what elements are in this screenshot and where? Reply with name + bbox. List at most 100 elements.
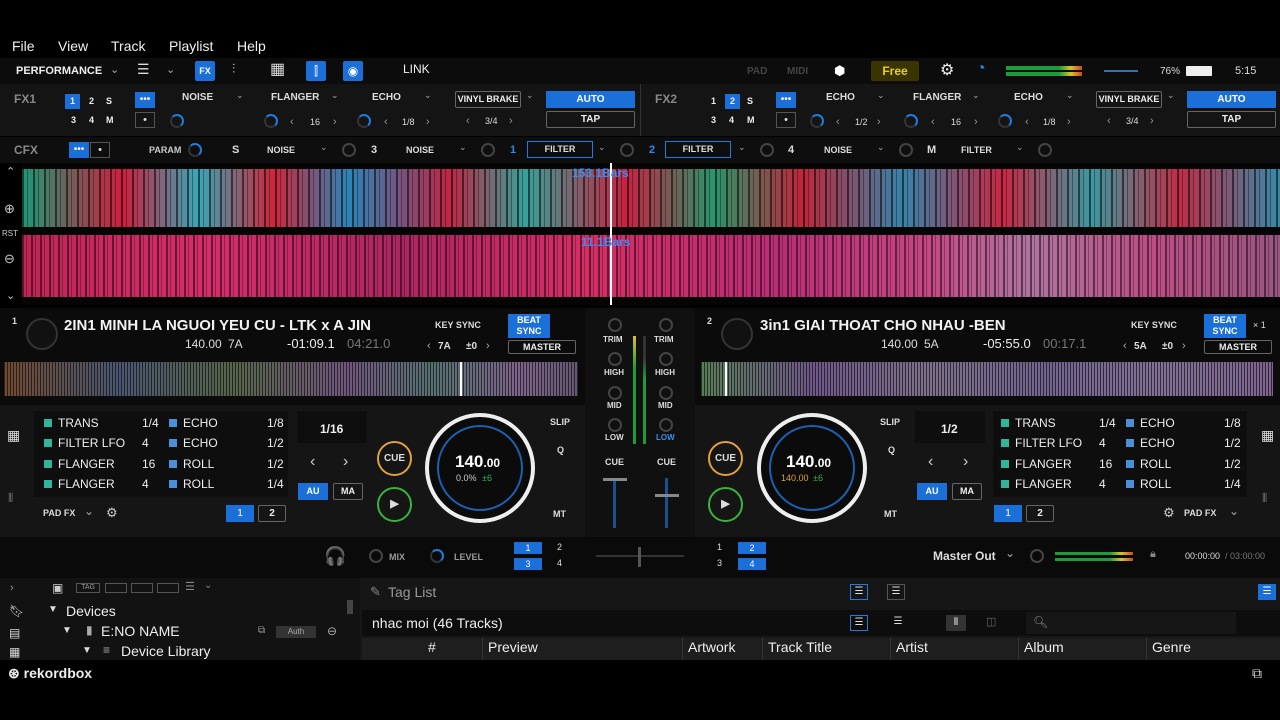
arrow-left-icon[interactable]: ‹ (290, 116, 294, 128)
deck1-quantize-button[interactable]: Q (557, 445, 564, 455)
deck1-trim-knob[interactable] (608, 318, 622, 332)
deck2-fader-handle[interactable] (655, 494, 679, 497)
column-header[interactable]: Artist (896, 639, 928, 655)
fx2-single-button[interactable]: • (776, 112, 796, 128)
deck2-headphone-cue[interactable]: CUE (657, 457, 676, 467)
grid-icon[interactable]: ▦ (9, 645, 20, 659)
cfx-knob[interactable] (342, 143, 356, 157)
chevron-down-icon[interactable]: ⌄ (204, 580, 212, 591)
deck2-mid-knob[interactable] (659, 386, 673, 400)
fx1-tap-button[interactable]: TAP (546, 111, 635, 128)
deck1-fader-handle[interactable] (603, 478, 627, 481)
devices-node[interactable]: Devices (66, 603, 116, 619)
fx2-slot3-knob[interactable] (998, 114, 1012, 128)
cfx-assign-1-left[interactable]: 1 (514, 542, 542, 554)
cfx-single-button[interactable]: • (90, 142, 110, 158)
pad-fx-name[interactable]: FILTER LFO (58, 436, 125, 450)
chevron-down-icon[interactable]: ⌄ (1229, 504, 1239, 518)
cfx-slot-3[interactable]: NOISE (406, 145, 434, 155)
fx2-slot2[interactable]: FLANGER (913, 92, 961, 103)
deck1-mid-knob[interactable] (608, 386, 622, 400)
fx2-assign-4[interactable]: 4 (729, 115, 734, 125)
cfx-knob[interactable] (760, 143, 774, 157)
deck2-play-button[interactable]: ▶ (708, 487, 743, 522)
pad-fx-name[interactable]: ROLL (183, 477, 214, 491)
deck2-master-tempo-button[interactable]: MT (884, 509, 897, 519)
deck2-tempo-multiplier[interactable]: × 1 (1253, 320, 1266, 330)
fx2-assign-3[interactable]: 3 (711, 115, 716, 125)
fx1-assign-2[interactable]: 2 (89, 96, 94, 106)
fx1-auto-button[interactable]: AUTO (546, 91, 635, 108)
pad-fx-name[interactable]: FLANGER (1015, 457, 1072, 471)
master-level-knob[interactable] (1030, 549, 1044, 563)
menu-view[interactable]: View (58, 38, 88, 54)
deck1-beat-sync-button[interactable]: BEAT SYNC (508, 314, 550, 338)
chevron-down-icon[interactable]: ⌄ (84, 504, 94, 518)
column-view-button[interactable]: ⫴ (946, 615, 966, 631)
chevron-down-icon[interactable]: ⌄ (110, 63, 119, 76)
fx1-slot2-knob[interactable] (264, 114, 278, 128)
chevron-down-icon[interactable]: ⌄ (877, 142, 885, 153)
fx2-assign-m[interactable]: M (747, 115, 755, 125)
pad-fx-name[interactable]: ECHO (1140, 436, 1175, 450)
gear-icon[interactable]: ⚙ (940, 60, 954, 80)
list-view-button[interactable]: ☰ (850, 615, 868, 631)
sampler-icon[interactable]: ⫶ (232, 61, 252, 81)
deck1-manual-beat-button[interactable]: MA (333, 483, 363, 500)
deck1-high-knob[interactable] (608, 352, 622, 366)
deck2-channel-fader[interactable] (665, 478, 668, 528)
fx1-single-button[interactable]: • (135, 112, 155, 128)
fx1-slot3[interactable]: ECHO (372, 92, 401, 103)
arrow-right-icon[interactable]: › (343, 453, 348, 471)
arrow-left-icon[interactable]: ‹ (931, 116, 935, 128)
fx2-slot2-knob[interactable] (904, 114, 918, 128)
chevron-down-icon[interactable]: ⌄ (738, 142, 746, 153)
filter-field[interactable] (157, 583, 179, 593)
deck1-headphone-cue[interactable]: CUE (605, 457, 624, 467)
fx1-level-knob[interactable] (170, 114, 184, 128)
arrow-right-icon[interactable]: › (1067, 116, 1071, 128)
detail-view-button[interactable]: ☰ (889, 615, 907, 631)
tag-filter[interactable]: TAG (76, 583, 100, 593)
deck1-play-button[interactable]: ▶ (377, 487, 412, 522)
fx2-assign-s[interactable]: S (747, 96, 753, 106)
deck2-trim-knob[interactable] (659, 318, 673, 332)
grid-icon[interactable]: ▦ (1261, 427, 1274, 444)
column-header[interactable]: # (428, 639, 436, 655)
crossfader-handle[interactable] (638, 547, 641, 567)
deck2-high-knob[interactable] (659, 352, 673, 366)
pad-fx-name[interactable]: ECHO (183, 416, 218, 430)
pad-fx-name[interactable]: FLANGER (58, 457, 115, 471)
list-icon[interactable]: ▤ (9, 626, 20, 640)
window-mode-icon[interactable]: ⧉ (1252, 665, 1262, 682)
cfx-knob[interactable] (620, 143, 634, 157)
deck2-manual-beat-button[interactable]: MA (952, 483, 982, 500)
zoom-in-icon[interactable]: ⊕ (4, 201, 15, 217)
deck1-master-button[interactable]: MASTER (508, 340, 576, 354)
zoom-out-icon[interactable]: ⊖ (4, 251, 15, 267)
fx1-assign-m[interactable]: M (106, 115, 114, 125)
filter-field[interactable] (131, 583, 153, 593)
fx1-assign-s[interactable]: S (106, 96, 112, 106)
pad-fx-name[interactable]: ECHO (183, 436, 218, 450)
chevron-down-icon[interactable]: ⌄ (526, 90, 534, 101)
arrow-left-icon[interactable]: ‹ (384, 116, 388, 128)
cfx-param-knob[interactable] (188, 143, 202, 157)
deck1-key-sync-button[interactable]: KEY SYNC (435, 320, 481, 330)
cfx-slot-4[interactable]: NOISE (824, 145, 852, 155)
fx2-brake-select[interactable]: VINYL BRAKE (1096, 91, 1162, 108)
arrow-left-icon[interactable]: ‹ (1107, 115, 1111, 127)
column-header[interactable]: Album (1024, 639, 1064, 655)
enlarged-waveform-area[interactable]: ⌃ ⊕ RST ⊖ ⌄ 153.1Bars 11.1Bars (0, 163, 1280, 305)
record-icon[interactable]: ◉ (343, 61, 363, 81)
headphone-level-knob[interactable] (430, 549, 444, 563)
master-out-select[interactable]: Master Out (933, 549, 996, 563)
arrow-left-icon[interactable]: ‹ (928, 453, 933, 471)
chevron-down-icon[interactable]: ⌄ (166, 63, 175, 76)
fx1-mode-button[interactable]: ••• (135, 92, 155, 108)
arrow-right-icon[interactable]: › (333, 116, 337, 128)
chevron-down-icon[interactable]: ⌄ (1005, 546, 1015, 560)
cfx-assign-4-right[interactable]: 4 (738, 558, 766, 570)
deck1-channel-fader[interactable] (613, 478, 616, 528)
pad-fx-name[interactable]: TRANS (58, 416, 99, 430)
